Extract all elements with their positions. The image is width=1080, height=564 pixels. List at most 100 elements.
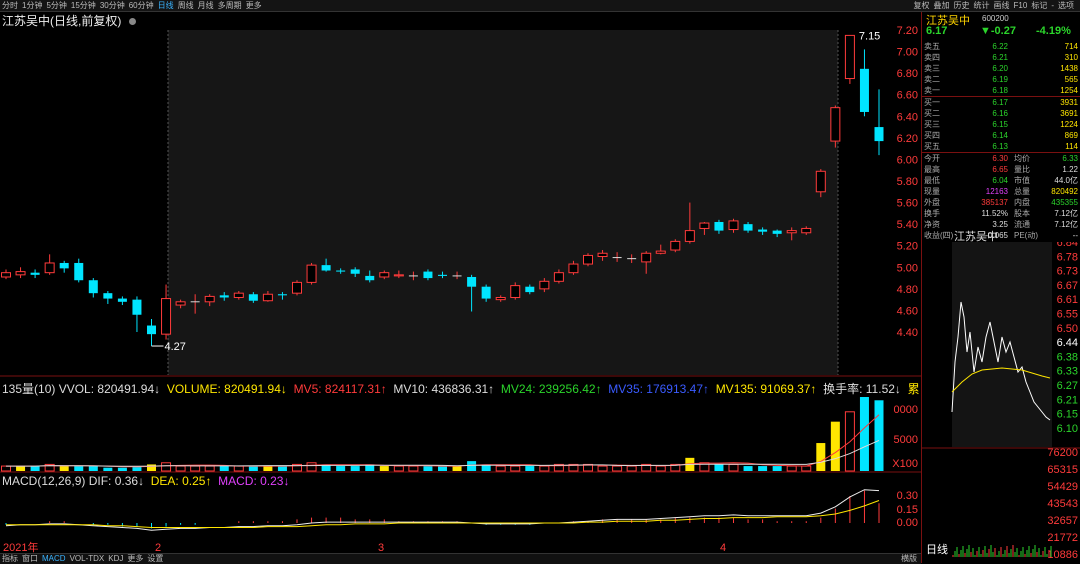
volume-bar [539,465,550,472]
volume-bar [103,467,113,471]
toolbar-right-item-6[interactable]: 标记 [1029,0,1049,11]
period-tab-6[interactable]: 日线 [156,0,176,11]
mini-price-label-9: 6.33 [1057,366,1078,378]
candle-body-down [132,299,142,315]
mv35-value: MV35: 176913.47↑ [608,382,710,396]
period-tab-0[interactable]: 分时 [0,0,20,11]
volume-bar [816,443,826,471]
mini-footer: 日线 [926,542,948,556]
candle-body-up [539,280,550,290]
candle-body-down [438,274,447,276]
toolbar-right-item-5[interactable]: F10 [1012,0,1030,11]
candle-body-down [758,229,768,232]
candle-body-up [1,272,11,278]
macd-axis-label-0: 0.30 [897,490,918,502]
macd-axis-label-2: 0.00 [897,517,918,529]
price-tick-3: 6.60 [897,90,918,102]
period-tab-8[interactable]: 月线 [196,0,216,11]
toolbar-right-item-2[interactable]: 历史 [952,0,972,11]
candle-body-up [44,262,55,274]
period-tab-1[interactable]: 1分钟 [20,0,44,11]
stat-row-7: 收益(四) -0.065 PE(动) -- [922,230,1080,241]
candle-body-down [772,230,782,234]
stat-row-3: 现量 12163 总量 820492 [922,186,1080,197]
period-tab-9[interactable]: 多周期 [216,0,244,11]
price-tick-14: 4.40 [897,327,918,339]
candle-body-up [262,293,273,302]
low-price-label: 4.27 [165,341,186,353]
stat-value: 11.52% [981,209,1008,218]
volume-bar [714,464,724,471]
candle-body-up [699,222,710,229]
macd-chart[interactable]: 0.30 0.150.00 2021年 2 3 4 [0,488,921,553]
bid-row-2: 买三 6.15 1224 [922,119,1080,130]
period-tab-4[interactable]: 30分钟 [98,0,127,11]
row-label: 卖二 [924,75,940,84]
volume-bar [248,466,258,471]
indicator-tab-6[interactable]: 设置 [145,554,165,563]
volume-chart[interactable]: 0000 5000 X100 [0,395,921,473]
price-tick-12: 4.80 [897,284,918,296]
mini-price-label-11: 6.21 [1057,394,1078,406]
volume-bar [59,466,69,471]
period-tab-10[interactable]: 更多 [244,0,264,11]
volume-bar [88,466,98,471]
price-tick-9: 5.40 [897,219,918,231]
toolbar-right-item-4[interactable]: 画线 [992,0,1012,11]
mini-price-label-3: 6.67 [1057,280,1078,292]
stat-label-2: 内盘 [1014,198,1030,207]
mini-price-label-6: 6.50 [1057,323,1078,335]
candle-body-down [117,298,127,302]
volume-bar [510,465,521,472]
indicator-tab-4[interactable]: KDJ [106,554,125,563]
period-tab-3[interactable]: 15分钟 [69,0,98,11]
volume-bar [74,466,84,471]
stat-row-6: 净资 3.25 流通 7.12亿 [922,219,1080,230]
quote-pct: -4.19% [1036,25,1071,37]
toolbar-right-item-7[interactable]: - [1049,0,1056,11]
row-volume: 3691 [1060,109,1078,118]
indicator-tab-3[interactable]: VOL-TDX [68,554,107,563]
indicator-tab-0[interactable]: 指标 [0,554,20,563]
candle-body-down [350,269,360,274]
volume-bar [175,465,186,472]
stat-label-2: 市值 [1014,176,1030,185]
indicator-tab-1[interactable]: 窗口 [20,554,40,563]
ask-row-4: 卖一 6.18 1254 [922,85,1080,96]
row-volume: 3931 [1060,98,1078,107]
toolbar-right-item-3[interactable]: 统计 [972,0,992,11]
row-volume: 869 [1064,131,1078,140]
price-tick-10: 5.20 [897,241,918,253]
candle-body-up [553,272,564,282]
mini-intraday-chart[interactable]: 6.84 6.78 6.73 6.67 6.61 6.55 6.50 6.44 6.38 6.33… [922,242,1080,563]
stat-value-2: 44.0亿 [1054,176,1078,185]
kline-chart[interactable]: 7.20 7.00 6.80 6.60 6.40 6.20 6.00 5.80 5.60 5.40… [0,12,921,377]
toolbar-right-group: 复权 叠加 历史 统计 画线 F10 标记 - 选项 [910,0,1078,11]
volume-bar [743,466,753,471]
candle-body-up [641,252,652,263]
stat-label: 现量 [924,187,940,196]
volume-bar [495,465,506,472]
mv10-value: MV10: 436836.31↑ [393,382,495,396]
indicator-tab-2[interactable]: MACD [40,554,68,563]
candle-body-down [30,272,40,275]
toolbar-right-item-8[interactable]: 选项 [1056,0,1076,11]
stat-label-2: PE(动) [1014,231,1038,240]
toolbar-right-item-0[interactable]: 复权 [912,0,932,11]
volume-bar [147,464,156,471]
row-label: 买四 [924,131,940,140]
stat-value-2: 1.22 [1062,165,1078,174]
volume-bar [306,462,317,472]
stat-row-5: 换手 11.52% 股本 7.12亿 [922,208,1080,219]
volume-bar [16,466,26,471]
period-tab-7[interactable]: 周线 [176,0,196,11]
period-toolbar: 分时 1分钟 5分钟 15分钟 30分钟 60分钟 日线 周线 月线 多周期 更多 复权 叠加 历史 统计画… [0,0,1080,12]
volume-bar [161,462,172,472]
indicator-tab-5[interactable]: 更多 [125,554,145,563]
stat-value-2: 820492 [1051,187,1078,196]
period-tab-5[interactable]: 60分钟 [127,0,156,11]
vol-axis-label-1: 5000 [894,434,918,446]
stat-value: 6.04 [992,176,1008,185]
period-tab-2[interactable]: 5分钟 [44,0,68,11]
toolbar-right-item-1[interactable]: 叠加 [932,0,952,11]
